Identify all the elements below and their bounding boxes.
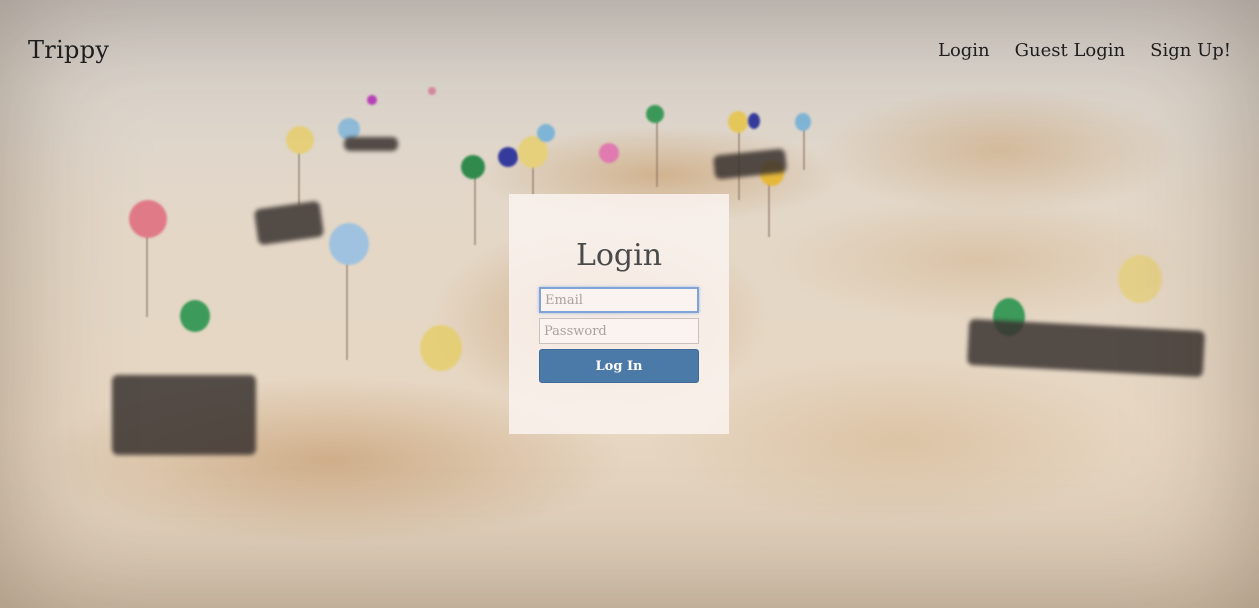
login-title: Login xyxy=(575,238,663,273)
nav-guest-login-link[interactable]: Guest Login xyxy=(1015,40,1125,61)
login-card: Login Log In xyxy=(509,194,729,434)
nav-sign-up-link[interactable]: Sign Up! xyxy=(1150,40,1231,61)
email-field[interactable] xyxy=(539,287,699,313)
nav-links: Login Guest Login Sign Up! xyxy=(938,40,1231,61)
password-field[interactable] xyxy=(539,318,699,344)
log-in-button[interactable]: Log In xyxy=(539,349,699,383)
nav-login-link[interactable]: Login xyxy=(938,40,990,61)
brand-logo-link[interactable]: Trippy xyxy=(28,36,109,64)
top-navbar: Trippy Login Guest Login Sign Up! xyxy=(0,0,1259,100)
